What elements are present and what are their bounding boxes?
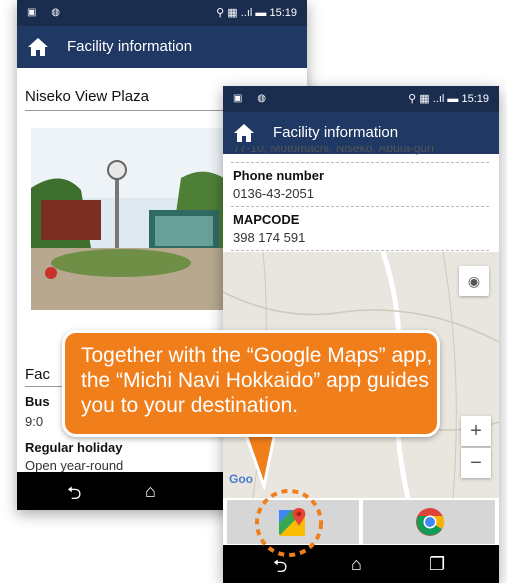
row-divider [231,206,489,207]
business-hours-value: 9:0 [25,414,44,429]
home-icon[interactable] [27,37,49,57]
notification-icons: ▣ ◍ [27,7,66,18]
business-hours-label: Bus [25,394,50,409]
callout-tail [242,430,278,490]
address-value: 77-10, Motomachi, Niseko, Abuta-gun [233,146,434,155]
my-location-icon[interactable]: ◉ [459,266,489,296]
status-right: ⚲ ▦ ..ıl ▬ 15:19 [408,93,489,105]
row-divider [231,250,489,251]
back-icon[interactable]: ⮌ [67,481,81,510]
zoom-in-button[interactable]: + [461,416,491,446]
status-time: 15:19 [461,93,489,105]
mapcode-value: 398 174 591 [233,230,306,245]
chrome-icon [416,508,445,536]
facility-photo [31,128,231,310]
facility-name: Niseko View Plaza [25,88,149,105]
home-nav-icon[interactable]: ⌂ [351,554,362,575]
app-title: Facility information [273,124,399,141]
status-time: 15:19 [269,7,297,19]
recent-apps-icon[interactable]: ❐ [429,554,445,575]
row-divider [231,162,489,163]
callout-line-1: Together with the “Google Maps” app, [81,344,433,367]
phone-number-value[interactable]: 0136-43-2051 [233,186,314,201]
callout-line-2: the “Michi Navi Hokkaido” app guides [81,369,429,392]
home-nav-icon[interactable]: ⌂ [145,481,156,502]
phone-number-label: Phone number [233,168,325,183]
app-title: Facility information [67,38,193,55]
status-bar: ▣ ◍ ⚲ ▦ ..ıl ▬ 15:19 [223,86,499,112]
app-bar: Facility information [17,26,307,68]
section-heading: Fac [25,366,51,383]
highlight-circle [255,489,323,557]
regular-holiday-label: Regular holiday [25,440,123,455]
callout-line-3: you to your destination. [81,394,299,417]
open-browser-button[interactable] [363,500,495,544]
mapcode-label: MAPCODE [233,212,300,227]
zoom-out-button[interactable]: − [461,448,491,478]
notification-icons: ▣ ◍ [233,93,272,104]
home-icon[interactable] [233,123,255,143]
callout-bubble: Together with the “Google Maps” app, the… [62,330,440,437]
regular-holiday-value: Open year-round [25,458,124,473]
status-right: ⚲ ▦ ..ıl ▬ 15:19 [216,7,297,19]
status-bar: ▣ ◍ ⚲ ▦ ..ıl ▬ 15:19 [17,0,307,26]
